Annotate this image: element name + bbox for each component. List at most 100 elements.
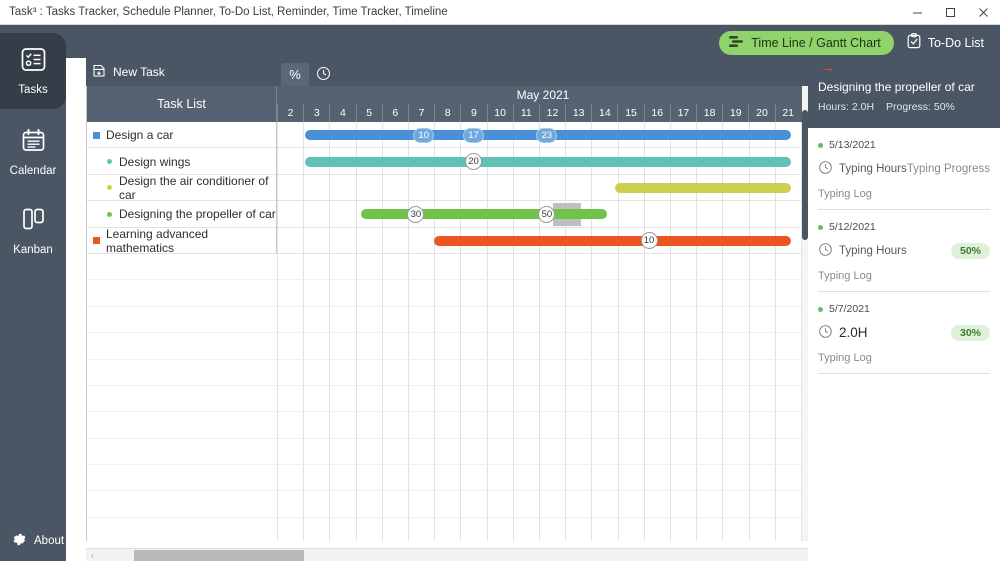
new-task-button[interactable]: New Task [92, 64, 165, 81]
sidebar-item-about[interactable]: About [0, 520, 66, 561]
gantt-bar-marker[interactable]: 17 [463, 127, 484, 143]
list-item[interactable]: 5/7/2021 2.0H 30% Typing Log [818, 292, 990, 374]
progress-badge[interactable]: 30% [950, 324, 990, 341]
percent-icon: % [289, 67, 301, 82]
task-dot-bullet-icon [107, 159, 112, 165]
arrow-right-icon[interactable]: → [820, 60, 835, 75]
gantt-bar-marker[interactable]: 20 [465, 153, 482, 171]
day-header-cell: 9 [460, 104, 486, 122]
maximize-icon[interactable] [934, 0, 967, 25]
day-header-cell: 21 [774, 104, 801, 122]
sidebar-item-kanban[interactable]: Kanban [0, 193, 66, 269]
gantt-bar-marker[interactable]: 23 [536, 127, 558, 143]
log-date-label: 5/12/2021 [829, 221, 876, 233]
task-name-cell[interactable]: Learning advanced mathematics [87, 227, 277, 255]
log-date-label: 5/7/2021 [829, 303, 870, 315]
log-progress-field[interactable]: Typing Progress [907, 163, 990, 175]
task-name-label: Design wings [119, 154, 191, 169]
timeline-gantt-chart-button[interactable]: Time Line / Gantt Chart [719, 30, 894, 55]
view-mode-tabs: % [281, 58, 337, 86]
calendar-icon [20, 127, 47, 159]
list-item[interactable]: 5/13/2021 Typing Hours Typing Progress Typi… [818, 128, 990, 210]
progress-badge[interactable]: 50% [950, 242, 990, 259]
divider [818, 373, 990, 374]
task-name-cell[interactable]: Design a car [87, 122, 277, 149]
day-header-cell: 7 [407, 104, 434, 122]
log-note-field[interactable]: Typing Log [818, 188, 990, 209]
task-dot-bullet-icon [107, 185, 112, 191]
close-icon[interactable] [967, 0, 1000, 25]
task-toolbar: New Task % [86, 58, 808, 86]
task-name-cell[interactable]: Designing the propeller of car [87, 201, 277, 228]
task-name-cell[interactable]: Design wings [87, 148, 277, 175]
log-values-row: Typing Hours 50% [818, 241, 990, 260]
gear-icon [12, 532, 27, 550]
day-header-cell: 17 [669, 104, 696, 122]
status-dot-icon [818, 142, 823, 148]
scroll-left-arrow-icon[interactable]: ‹ [86, 549, 99, 561]
app-window: Task³ : Tasks Tracker, Schedule Planner,… [0, 0, 1000, 561]
day-header-cell: 4 [329, 104, 355, 122]
day-header-row: 2 3 4 5 6 7 8 9 10 11 12 13 14 15 16 17 18 19 20 21 [277, 104, 808, 122]
day-header-cell: 14 [591, 104, 617, 122]
log-note-field[interactable]: Typing Log [818, 270, 990, 291]
clock-tab[interactable] [309, 63, 337, 86]
gantt-bar[interactable] [614, 183, 791, 193]
sidebar-label-tasks: Tasks [18, 84, 48, 96]
gantt-bar[interactable] [304, 156, 791, 167]
horizontal-scroll-thumb[interactable] [134, 550, 304, 561]
sidebar-item-tasks[interactable]: Tasks [0, 33, 66, 109]
kanban-columns-icon [20, 206, 47, 238]
log-note-field[interactable]: Typing Log [818, 352, 990, 373]
log-date-row: 5/13/2021 [818, 139, 990, 151]
sidebar-item-calendar[interactable]: Calendar [0, 114, 66, 190]
task-name-label: Design a car [106, 128, 174, 143]
day-header-cell: 15 [617, 104, 643, 122]
day-header-cell: 16 [643, 104, 670, 122]
gantt-bar-marker[interactable]: 10 [413, 127, 435, 143]
tasks-checklist-icon [20, 46, 47, 78]
detail-panel-header: Designing the propeller of car Hours: 2.… [808, 74, 1000, 128]
minimize-icon[interactable] [901, 0, 934, 25]
gantt-chart: Task List May 2021 2 3 4 5 6 7 8 9 10 11 12 13 14 15 1… [86, 86, 808, 541]
clock-icon [818, 324, 833, 342]
day-header-cell: 2 [277, 104, 303, 122]
todo-button-label: To-Do List [927, 35, 984, 50]
status-dot-icon [818, 224, 823, 230]
new-task-label: New Task [113, 65, 165, 79]
percent-tab[interactable]: % [281, 63, 309, 86]
day-header-cell: 18 [696, 104, 722, 122]
log-hours-field[interactable]: Typing Hours [818, 160, 907, 178]
about-label: About [34, 534, 65, 547]
log-date-row: 5/7/2021 [818, 303, 990, 315]
horizontal-scrollbar[interactable]: ‹ [86, 548, 808, 561]
list-item[interactable]: 5/12/2021 Typing Hours 50% Typing Log [818, 210, 990, 292]
task-square-bullet-icon [93, 237, 100, 245]
gantt-button-label: Time Line / Gantt Chart [751, 35, 881, 50]
log-hours-value: 2.0H [839, 325, 868, 340]
sidebar: Tasks Calendar Kanban About [0, 25, 66, 561]
log-hours-value: Typing Hours [839, 162, 907, 175]
top-action-buttons: Time Line / Gantt Chart To-Do List [719, 29, 992, 56]
gantt-bar-marker[interactable]: 10 [640, 232, 658, 250]
log-hours-field[interactable]: 2.0H [818, 324, 868, 342]
gantt-bar-marker[interactable]: 30 [407, 205, 425, 223]
detail-task-meta: Hours: 2.0H Progress: 50% [818, 101, 990, 113]
title-bar: Task³ : Tasks Tracker, Schedule Planner,… [0, 0, 1000, 25]
day-header-cell: 12 [538, 104, 565, 122]
window-title: Task³ : Tasks Tracker, Schedule Planner,… [9, 6, 448, 18]
sidebar-label-calendar: Calendar [9, 165, 57, 177]
detail-panel: → Designing the propeller of car Hours: … [808, 58, 1000, 561]
gantt-bars-layer: 10 17 23 20 30 50 10 [277, 122, 808, 541]
task-name-cell[interactable]: Design the air conditioner of car [87, 173, 277, 202]
task-name-label: Design the air conditioner of car [119, 173, 269, 202]
timeline-icon [729, 35, 744, 51]
gantt-body: Design a car Design wings Design the air c… [87, 122, 808, 541]
gantt-bar[interactable] [360, 209, 608, 220]
log-hours-field[interactable]: Typing Hours [818, 242, 907, 260]
sidebar-label-kanban: Kanban [13, 244, 53, 256]
day-header-cell: 20 [748, 104, 774, 122]
gantt-bar[interactable] [434, 235, 791, 246]
clock-icon [818, 160, 833, 178]
todo-list-button[interactable]: To-Do List [902, 29, 992, 56]
